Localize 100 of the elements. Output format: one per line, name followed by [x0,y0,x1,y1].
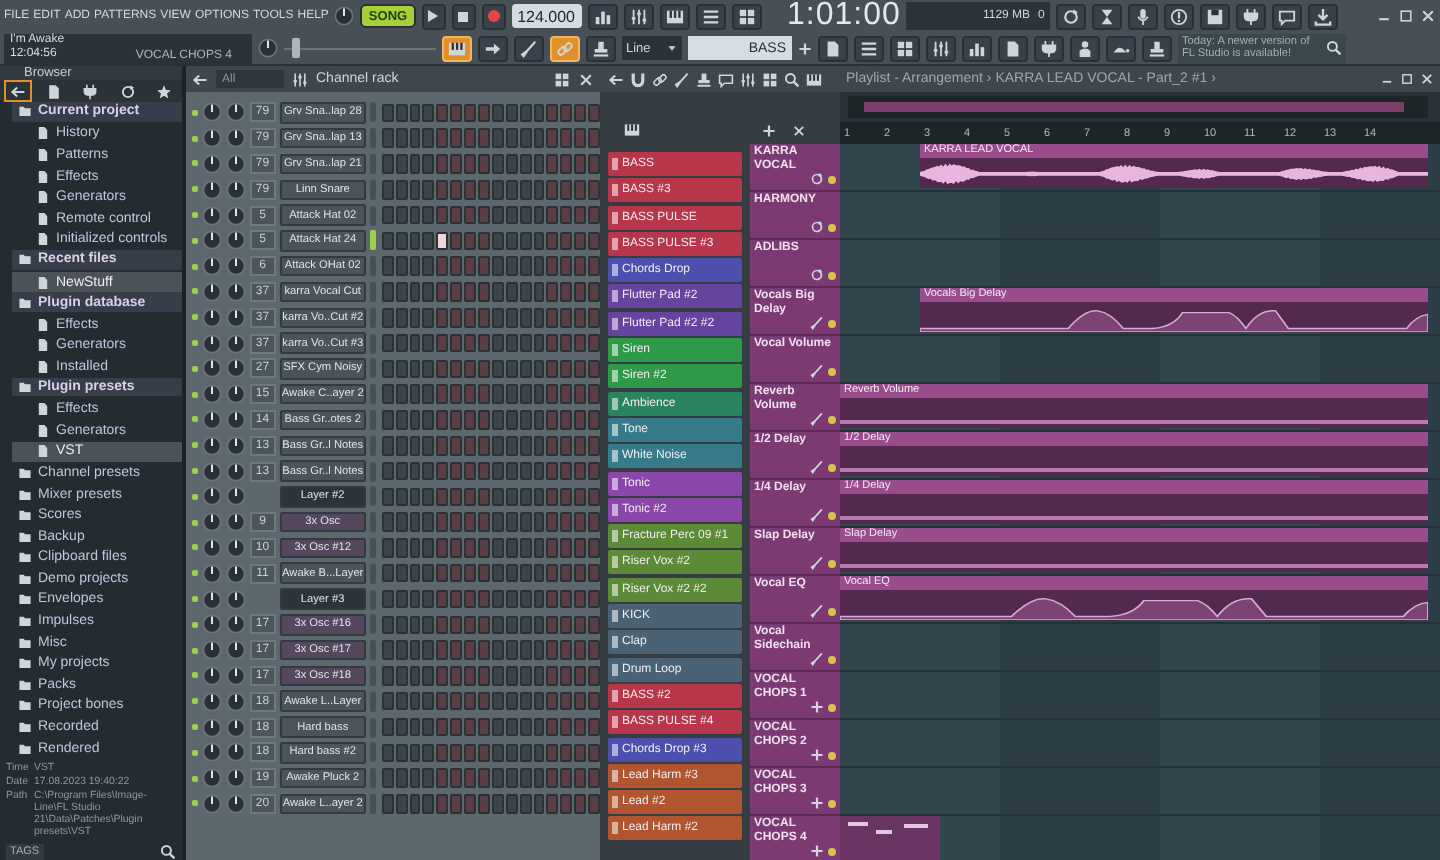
mute-dot[interactable] [828,559,836,567]
volume-knob[interactable] [225,768,246,789]
channel-led[interactable] [192,365,198,372]
close-icon[interactable] [792,124,806,138]
channel-led[interactable] [192,544,198,551]
file-icon[interactable] [824,39,842,57]
slider-thumb[interactable] [291,38,300,58]
loop-icon[interactable] [1062,7,1081,25]
channel-led[interactable] [192,288,198,295]
mute-dot[interactable] [828,271,836,279]
mixer-icon[interactable] [740,71,756,87]
channel-led[interactable] [192,749,198,756]
volume-knob[interactable] [225,691,246,712]
pan-knob[interactable] [201,486,222,507]
pan-knob[interactable] [201,358,222,379]
pan-knob[interactable] [201,768,222,789]
mute-dot[interactable] [828,175,836,183]
grid-icon[interactable] [554,71,570,87]
mute-dot[interactable] [828,655,836,663]
pan-knob[interactable] [201,333,222,354]
channel-led[interactable] [192,314,198,321]
channel-led[interactable] [192,160,198,167]
list-icon[interactable] [701,7,719,25]
pan-knob[interactable] [201,691,222,712]
file-icon[interactable] [1004,39,1022,57]
pan-knob[interactable] [201,205,222,226]
channel-led[interactable] [192,468,198,475]
volume-knob[interactable] [225,563,246,584]
channel-led[interactable] [192,519,198,526]
volume-knob[interactable] [225,537,246,558]
pan-knob[interactable] [201,281,222,302]
pan-knob[interactable] [201,793,222,814]
pan-knob[interactable] [201,589,222,610]
channel-led[interactable] [192,621,198,628]
piano-icon[interactable] [624,122,640,138]
close-icon[interactable] [1420,72,1434,86]
pan-knob[interactable] [201,256,222,277]
stamp-icon[interactable] [696,71,712,87]
pan-knob[interactable] [201,230,222,251]
grid-icon[interactable] [762,71,778,87]
pan-knob[interactable] [201,742,222,763]
microphone-icon[interactable] [1134,7,1153,25]
mute-dot[interactable] [828,751,836,759]
song-overview[interactable] [848,96,1428,118]
tool-button[interactable] [514,35,544,61]
pitch-slider[interactable] [284,38,436,58]
channel-select[interactable] [369,589,376,610]
volume-knob[interactable] [225,153,246,174]
volume-knob[interactable] [225,793,246,814]
pan-knob[interactable] [201,435,222,456]
pan-knob[interactable] [201,614,222,635]
hourglass-icon[interactable] [1098,7,1117,25]
plus-icon[interactable] [762,124,776,138]
channel-led[interactable] [192,800,198,807]
bar-graph-icon[interactable] [593,7,611,25]
pan-knob[interactable] [201,153,222,174]
play-button[interactable] [421,3,446,29]
mute-dot[interactable] [828,847,836,855]
mute-dot[interactable] [828,511,836,519]
volume-knob[interactable] [225,665,246,686]
mute-dot[interactable] [828,463,836,471]
speech-bubble-icon[interactable] [1278,7,1297,25]
pan-knob[interactable] [201,102,222,123]
volume-knob[interactable] [225,128,246,149]
pan-knob[interactable] [201,461,222,482]
volume-knob[interactable] [225,614,246,635]
piano-icon[interactable] [665,7,683,25]
channel-led[interactable] [192,647,198,654]
browser-tab[interactable] [4,80,33,103]
stop-button[interactable] [451,3,476,29]
pan-knob[interactable] [201,409,222,430]
bar-graph-icon[interactable] [968,39,986,57]
search-icon[interactable] [160,843,176,860]
volume-knob[interactable] [225,742,246,763]
mute-dot[interactable] [828,319,836,327]
magnet-icon[interactable] [630,71,646,87]
grid-icon[interactable] [737,7,755,25]
pan-knob[interactable] [201,384,222,405]
volume-knob[interactable] [225,307,246,328]
volume-knob[interactable] [225,384,246,405]
search-icon[interactable] [784,71,800,87]
volume-knob[interactable] [225,281,246,302]
brush-icon[interactable] [674,71,690,87]
volume-knob[interactable] [225,179,246,200]
pan-knob[interactable] [201,537,222,558]
plug-icon[interactable] [1040,39,1058,57]
tool-button[interactable] [550,35,580,61]
pan-knob[interactable] [201,307,222,328]
channel-led[interactable] [192,570,198,577]
maximize-icon[interactable] [1400,72,1414,86]
help-icon[interactable] [1170,7,1189,25]
save-icon[interactable] [1206,7,1225,25]
piano-icon[interactable] [806,71,822,87]
channel-led[interactable] [192,109,198,116]
person-icon[interactable] [1076,39,1094,57]
maximize-icon[interactable] [1398,8,1414,24]
playlist-clip[interactable] [840,816,940,860]
pan-knob[interactable] [201,179,222,200]
volume-knob[interactable] [225,512,246,533]
channel-led[interactable] [192,493,198,500]
